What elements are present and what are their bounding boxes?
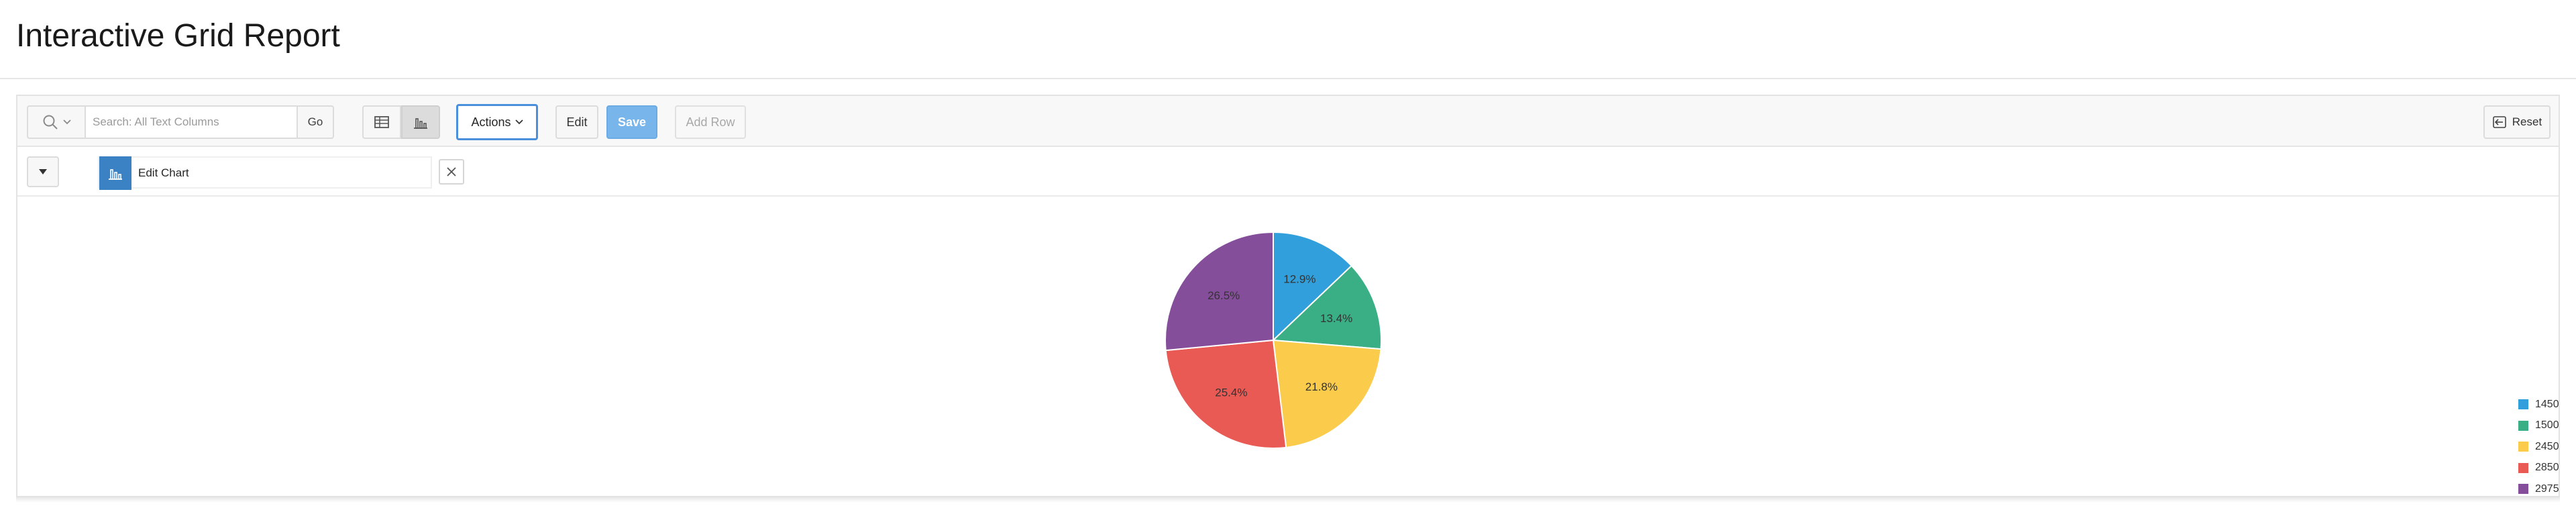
reset-label: Reset <box>2512 115 2542 128</box>
actions-menu-button[interactable]: Actions <box>456 104 538 140</box>
legend-item[interactable]: 2975 <box>2518 478 2559 500</box>
chevron-down-icon <box>63 119 71 125</box>
pie-chart: 12.9% 13.4% 21.8% 25.4% 26.5% <box>1165 231 1382 449</box>
legend-swatch <box>2518 484 2528 495</box>
edit-chart-chip[interactable]: Edit Chart <box>98 156 432 190</box>
legend-item[interactable]: 1500 <box>2518 415 2559 437</box>
chart-chip-icon <box>99 156 131 190</box>
reset-icon <box>2492 116 2506 128</box>
legend-item[interactable]: 2450 <box>2518 436 2559 458</box>
save-button[interactable]: Save <box>606 105 657 139</box>
actions-label: Actions <box>471 115 511 129</box>
legend-swatch <box>2518 399 2528 410</box>
legend-swatch <box>2518 420 2528 431</box>
search-column-selector[interactable] <box>27 105 85 139</box>
chart-view-button[interactable] <box>401 105 440 139</box>
legend-item[interactable]: 1450 <box>2518 394 2559 415</box>
pie-slice-label: 13.4% <box>1320 312 1352 325</box>
collapse-toggle-button[interactable] <box>27 156 59 187</box>
chart-settings-bar: Edit Chart <box>17 147 2559 197</box>
legend-swatch <box>2518 442 2528 452</box>
add-row-button[interactable]: Add Row <box>675 105 746 139</box>
caret-down-icon <box>39 169 47 174</box>
bar-chart-icon <box>414 118 427 129</box>
page-header: Interactive Grid Report <box>0 0 2576 79</box>
go-button[interactable]: Go <box>297 105 334 139</box>
pie-slice-label: 21.8% <box>1305 380 1338 393</box>
legend-label: 2850 <box>2535 462 2559 474</box>
chart-area: 12.9% 13.4% 21.8% 25.4% 26.5% 1450 1500 2450 28… <box>17 197 2559 496</box>
search-group: Search: All Text Columns Go <box>27 105 343 139</box>
chart-legend: 1450 1500 2450 2850 2975 <box>2518 394 2559 500</box>
grid-view-button[interactable] <box>362 105 401 139</box>
pie-slice-2450[interactable] <box>1272 339 1382 448</box>
pie-slice-label: 12.9% <box>1283 272 1316 285</box>
edit-chart-label: Edit Chart <box>138 166 189 179</box>
legend-label: 1450 <box>2535 398 2559 410</box>
grid-toolbar: Search: All Text Columns Go Actions Edit… <box>17 96 2559 147</box>
region-bottom-edge <box>16 497 2560 503</box>
search-input[interactable]: Search: All Text Columns <box>85 105 298 139</box>
pie-slice-label: 26.5% <box>1208 289 1240 302</box>
chevron-down-icon <box>515 119 523 125</box>
reset-button[interactable]: Reset <box>2483 105 2551 139</box>
interactive-grid-region: Search: All Text Columns Go Actions Edit… <box>16 95 2560 497</box>
edit-button[interactable]: Edit <box>555 105 598 139</box>
legend-item[interactable]: 2850 <box>2518 458 2559 479</box>
legend-label: 2450 <box>2535 440 2559 452</box>
bar-chart-icon <box>109 169 122 180</box>
legend-label: 1500 <box>2535 419 2559 431</box>
legend-swatch <box>2518 462 2528 473</box>
search-icon <box>43 115 58 130</box>
page-title: Interactive Grid Report <box>16 18 340 54</box>
grid-view-icon <box>374 116 389 128</box>
remove-chart-button[interactable] <box>439 159 464 185</box>
view-switcher <box>346 105 440 139</box>
pie-slice-label: 25.4% <box>1215 387 1247 399</box>
close-icon <box>447 167 456 176</box>
legend-label: 2975 <box>2535 482 2559 495</box>
